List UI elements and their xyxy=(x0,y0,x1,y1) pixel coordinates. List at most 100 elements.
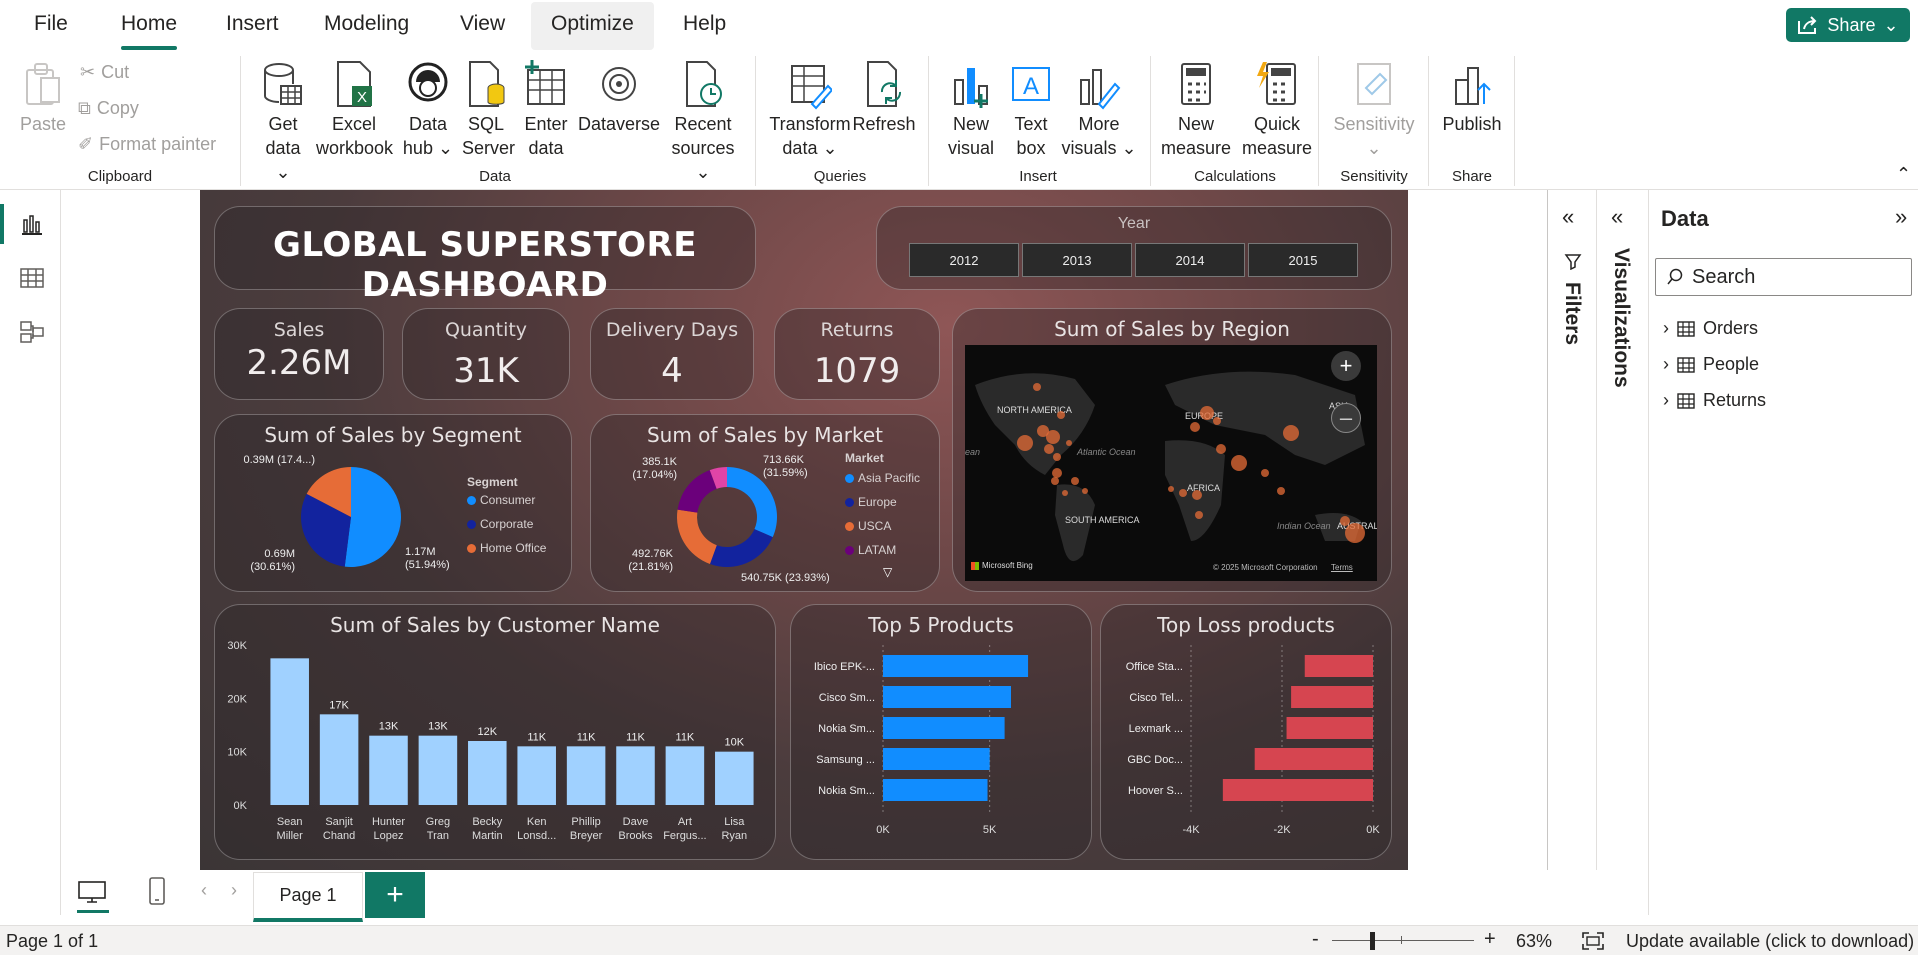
tab-help[interactable]: Help xyxy=(677,12,732,36)
recent-sources-button[interactable]: Recent sources ⌄ xyxy=(666,60,740,184)
data-search-input[interactable]: Search xyxy=(1655,258,1912,296)
expand-filters-icon[interactable]: « xyxy=(1562,204,1574,230)
share-icon xyxy=(1798,16,1817,34)
bar-data-label: 11K xyxy=(676,731,695,743)
legend-scroll-down-icon[interactable]: ▽ xyxy=(883,565,892,579)
table-people[interactable]: › People xyxy=(1663,354,1759,375)
format-painter-button[interactable]: ✐ Format painter xyxy=(78,134,216,155)
excel-workbook-button[interactable]: X Excel workbook xyxy=(316,60,393,160)
year-option-2012[interactable]: 2012 xyxy=(909,243,1019,277)
sensitivity-button[interactable]: Sensitivity ⌄ xyxy=(1328,60,1420,160)
quick-measure-button[interactable]: Quick measure xyxy=(1234,60,1320,160)
tab-modeling[interactable]: Modeling xyxy=(318,12,415,36)
dataverse-button[interactable]: Dataverse xyxy=(578,60,660,136)
page-tab-1[interactable]: Page 1 xyxy=(253,872,363,922)
expand-visualizations-icon[interactable]: « xyxy=(1611,204,1623,230)
donut-data-label: 713.66K xyxy=(763,454,805,466)
enter-data-button[interactable]: Enter data xyxy=(520,60,572,160)
top-loss-chart[interactable]: -4K -2K 0K Office Sta... Cisco Tel... Lexmark… xyxy=(1101,605,1393,861)
refresh-button[interactable]: Refresh xyxy=(852,60,916,136)
text-box-button[interactable]: A Text box xyxy=(1004,60,1058,160)
bar-chart-plus-icon xyxy=(954,68,988,108)
fit-to-page-icon[interactable] xyxy=(1582,932,1604,950)
zoom-slider-track[interactable] xyxy=(1332,940,1474,941)
top-products-chart[interactable]: 0K 5K Ibico EPK-... Cisco Sm... Nokia Sm... S… xyxy=(791,605,1093,861)
table-view-icon[interactable] xyxy=(18,264,46,292)
legend-item-usca[interactable]: USCA xyxy=(845,519,891,533)
legend-item-europe[interactable]: Europe xyxy=(845,495,897,509)
legend-item-corporate[interactable]: Corporate xyxy=(467,517,533,531)
tab-home[interactable]: Home xyxy=(115,12,183,50)
divider xyxy=(755,56,756,186)
zoom-in-button[interactable]: + xyxy=(1484,928,1496,951)
mobile-layout-icon[interactable] xyxy=(147,876,167,906)
customer-bar-chart[interactable]: 30K 20K 10K 0K Sean Miller 17K Sanjit Chand 13K Hu… xyxy=(215,605,777,861)
share-button[interactable]: Share ⌄ xyxy=(1786,8,1910,42)
collapse-data-pane-icon[interactable]: » xyxy=(1895,204,1907,230)
new-measure-button[interactable]: New measure xyxy=(1160,60,1232,160)
refresh-icon xyxy=(867,61,902,107)
add-page-button[interactable]: + xyxy=(365,872,425,918)
collapse-ribbon-icon[interactable]: ⌃ xyxy=(1896,164,1911,185)
data-hub-button[interactable]: Data hub ⌄ xyxy=(400,60,456,160)
transform-data-button[interactable]: Transform data ⌄ xyxy=(768,60,852,160)
previous-page-icon[interactable]: ‹ xyxy=(201,880,207,901)
model-view-icon[interactable] xyxy=(18,318,46,346)
bing-label: Microsoft Bing xyxy=(982,561,1033,570)
legend-item-consumer[interactable]: Consumer xyxy=(467,493,535,507)
enter-label-1: Enter xyxy=(524,114,568,134)
get-data-button[interactable]: Get data ⌄ xyxy=(258,60,308,184)
year-option-2013[interactable]: 2013 xyxy=(1022,243,1132,277)
market-donut-card: Sum of Sales by Market 713.66K (31.59%) 54… xyxy=(590,414,940,592)
zoom-out-button[interactable]: - xyxy=(1312,928,1319,951)
desktop-layout-icon[interactable] xyxy=(77,880,107,904)
kpi-value: 1079 xyxy=(813,351,901,391)
zoom-out-button[interactable]: – xyxy=(1331,403,1361,433)
bar-data-label: 11K xyxy=(577,731,596,743)
filters-label[interactable]: Filters xyxy=(1560,282,1584,345)
cut-button[interactable]: ✂ Cut xyxy=(80,62,129,83)
zoom-in-button[interactable]: + xyxy=(1331,351,1361,381)
map-visual[interactable]: NORTH AMERICA EUROPE ASIA Atlantic Ocean… xyxy=(965,345,1377,581)
table-orders[interactable]: › Orders xyxy=(1663,318,1758,339)
table-returns[interactable]: › Returns xyxy=(1663,390,1766,411)
donut-slice-latam xyxy=(677,470,717,513)
tab-optimize[interactable]: Optimize xyxy=(531,2,654,50)
map-terms-link[interactable]: Terms xyxy=(1331,563,1353,572)
tab-view[interactable]: View xyxy=(454,12,511,36)
legend-item-home-office[interactable]: Home Office xyxy=(467,541,546,555)
enter-label-2: data xyxy=(528,138,564,158)
bar xyxy=(1304,655,1373,677)
year-option-2015[interactable]: 2015 xyxy=(1248,243,1358,277)
legend-item-latam[interactable]: LATAM xyxy=(845,543,896,557)
table-name: People xyxy=(1703,354,1760,374)
publish-button[interactable]: Publish xyxy=(1440,60,1504,136)
year-option-2014[interactable]: 2014 xyxy=(1135,243,1245,277)
tab-file[interactable]: File xyxy=(28,12,74,36)
map-copyright: © 2025 Microsoft Corporation xyxy=(1213,563,1318,572)
bar xyxy=(468,741,507,805)
copy-button[interactable]: ⧉ Copy xyxy=(78,98,139,119)
new-visual-button[interactable]: New visual xyxy=(942,60,1000,160)
legend-swatch xyxy=(845,521,854,531)
chevron-down-icon: ⌄ xyxy=(695,162,711,182)
next-page-icon[interactable]: › xyxy=(231,880,237,901)
zoom-slider-thumb[interactable] xyxy=(1370,932,1375,950)
tab-insert[interactable]: Insert xyxy=(220,12,285,36)
pie-slice-consumer xyxy=(344,467,402,567)
update-available-link[interactable]: Update available (click to download) xyxy=(1626,931,1914,952)
pie-data-label: (51.94%) xyxy=(405,559,450,571)
share-label: Share xyxy=(1827,14,1876,35)
page-info: Page 1 of 1 xyxy=(6,931,99,951)
report-view-icon[interactable] xyxy=(18,210,46,238)
zoom-level[interactable]: 63% xyxy=(1516,931,1552,952)
legend-item-asia-pacific[interactable]: Asia Pacific xyxy=(845,471,920,485)
calculator-icon xyxy=(1181,63,1211,105)
sql-server-button[interactable]: SQL Server xyxy=(462,60,515,160)
visualizations-label[interactable]: Visualizations xyxy=(1609,248,1633,388)
data-pane-title: Data xyxy=(1661,206,1709,231)
paste-button[interactable]: Paste xyxy=(20,60,66,136)
legend-label: Europe xyxy=(858,495,897,509)
legend-swatch xyxy=(845,497,854,507)
more-visuals-button[interactable]: More visuals ⌄ xyxy=(1060,60,1138,160)
